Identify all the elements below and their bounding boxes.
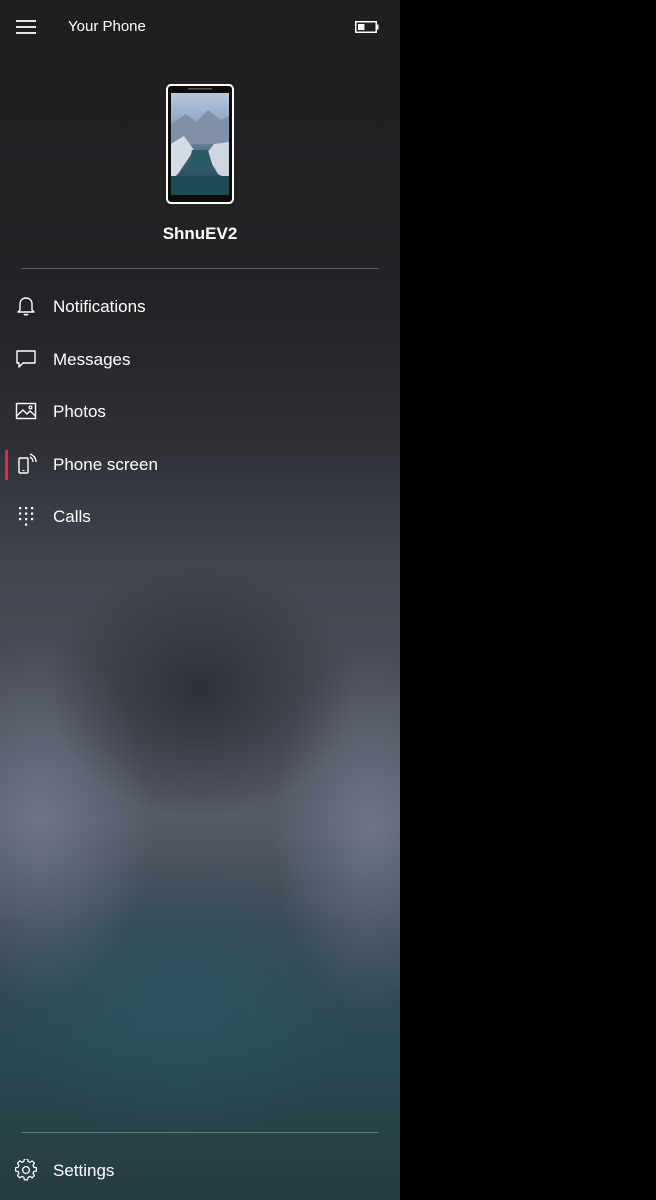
nav-label-notifications: Notifications: [53, 297, 146, 316]
app-title: Your Phone: [68, 18, 146, 35]
your-phone-app: Your Phone ShnuEV2 Notifications Message…: [0, 0, 656, 1200]
device-card[interactable]: ShnuEV2: [0, 80, 400, 260]
nav-list: Notifications Messages Photos Phone scre…: [0, 281, 400, 544]
settings-button[interactable]: Settings: [0, 1146, 400, 1198]
nav-item-phone-screen[interactable]: Phone screen: [0, 439, 400, 492]
photos-icon: [15, 402, 37, 420]
bottom-divider: [21, 1132, 379, 1133]
dialpad-icon: [19, 507, 34, 526]
nav-item-photos[interactable]: Photos: [0, 386, 400, 439]
battery-icon: [355, 21, 379, 33]
nav-label-phone-screen: Phone screen: [53, 454, 158, 474]
nav-item-calls[interactable]: Calls: [0, 491, 400, 544]
device-name: ShnuEV2: [162, 224, 238, 243]
gear-icon: [15, 1159, 37, 1181]
nav-label-messages: Messages: [53, 349, 131, 369]
title-bar: Your Phone: [0, 0, 400, 56]
phone-thumbnail-icon: [166, 84, 234, 204]
nav-item-notifications[interactable]: Notifications: [0, 281, 400, 334]
navigation-pane: Your Phone ShnuEV2 Notifications Message…: [0, 0, 400, 1200]
nav-item-messages[interactable]: Messages: [0, 334, 400, 387]
chat-bubble-icon: [16, 349, 36, 368]
hamburger-menu-button[interactable]: [16, 19, 36, 35]
bell-icon: [17, 297, 35, 316]
phone-screen-icon: [18, 452, 37, 474]
nav-label-photos: Photos: [53, 402, 106, 421]
nav-label-calls: Calls: [53, 507, 91, 526]
settings-label: Settings: [53, 1161, 115, 1180]
active-indicator: [5, 449, 8, 480]
top-divider: [21, 268, 379, 269]
